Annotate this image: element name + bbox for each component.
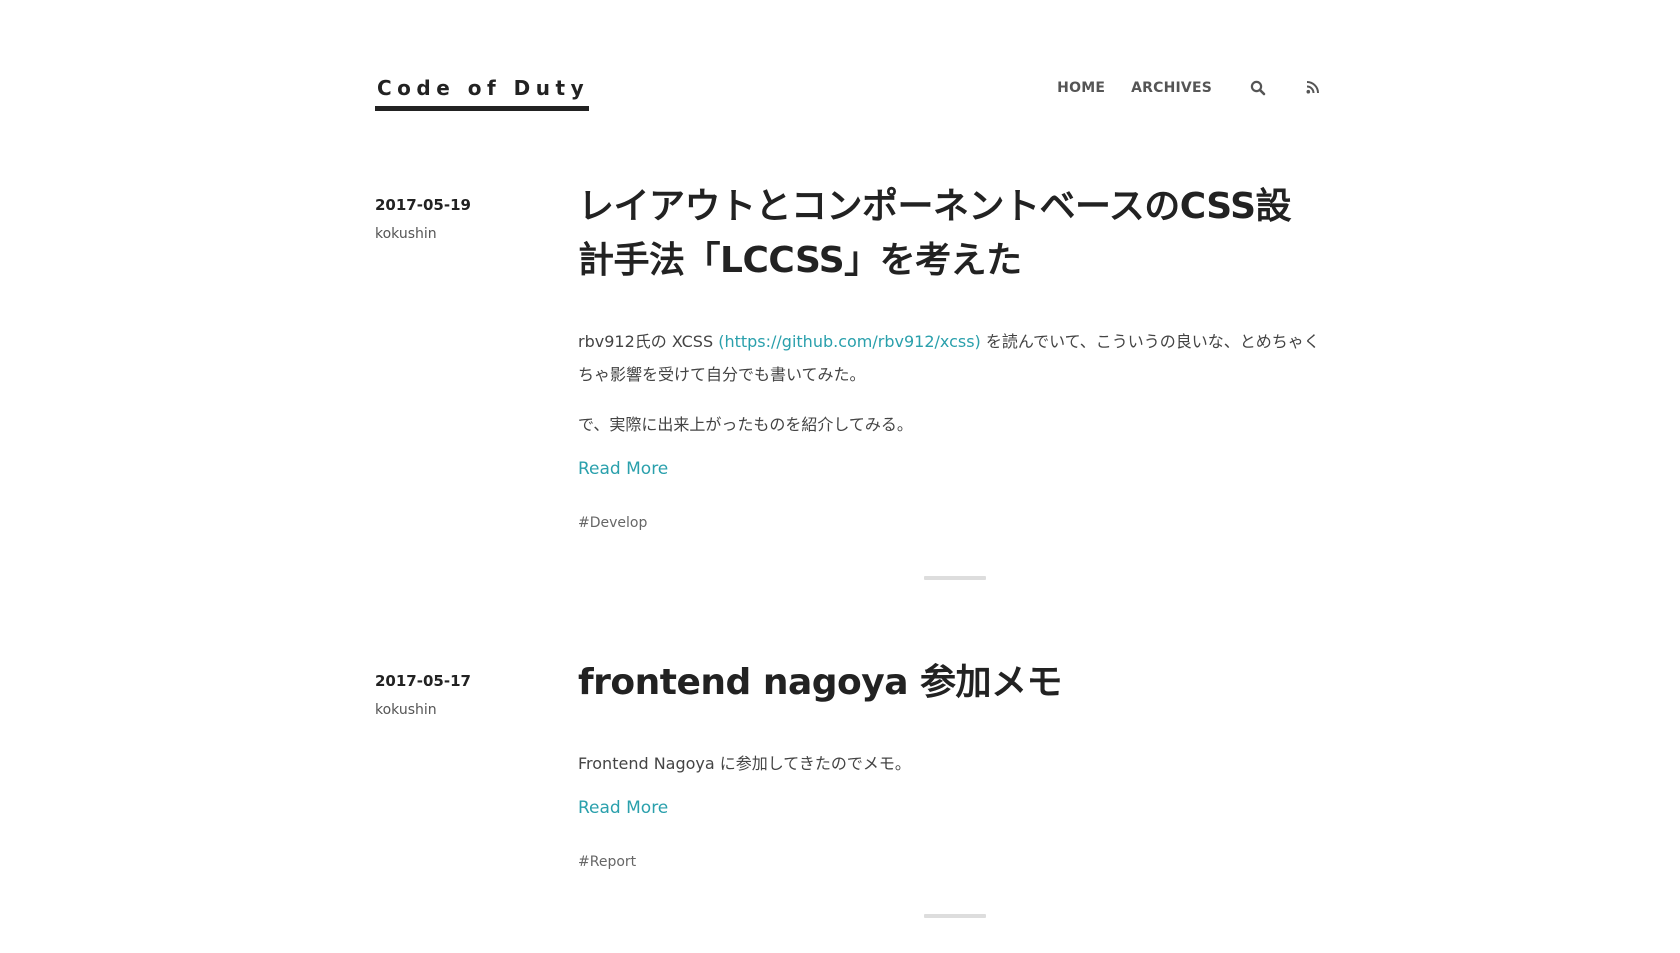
nav-archives[interactable]: ARCHIVES [1131,80,1212,96]
post-author[interactable]: kokushin [375,702,555,718]
post-title[interactable]: frontend nagoya 参加メモ [578,656,1322,710]
post-divider [924,914,986,918]
excerpt-paragraph: で、実際に出来上がったものを紹介してみる。 [578,415,913,434]
post-body: frontend nagoya 参加メモ Frontend Nagoya に参加… [578,662,1322,870]
post-excerpt: rbv912氏の XCSS (https://github.com/rbv912… [578,325,1322,441]
post-tag[interactable]: #Develop [578,515,647,531]
post-author[interactable]: kokushin [375,226,555,242]
post-date: 2017-05-19 [375,196,471,214]
site-logo[interactable]: Code of Duty [375,76,590,111]
post-title[interactable]: レイアウトとコンポーネントベースのCSS設計手法「LCCSS」を考えた [578,180,1322,288]
post-body: レイアウトとコンポーネントベースのCSS設計手法「LCCSS」を考えた rbv9… [578,186,1322,531]
main-nav: HOME ARCHIVES [1031,80,1322,96]
post-tag[interactable]: #Report [578,854,636,870]
post-date: 2017-05-17 [375,672,471,690]
rss-icon[interactable] [1306,80,1322,96]
post-excerpt: Frontend Nagoya に参加してきたのでメモ。 [578,747,1322,780]
search-icon[interactable] [1250,80,1266,96]
read-more-link[interactable]: Read More [578,459,668,479]
excerpt-paragraph: rbv912氏の XCSS (https://github.com/rbv912… [578,325,1322,391]
post-divider [924,576,986,580]
read-more-link[interactable]: Read More [578,798,668,818]
xcss-link[interactable]: (https://github.com/rbv912/xcss) [718,332,981,351]
nav-home[interactable]: HOME [1057,80,1105,96]
excerpt-text: rbv912氏の XCSS [578,332,719,351]
post-meta: 2017-05-17 kokushin [375,672,555,718]
post-meta: 2017-05-19 kokushin [375,196,555,242]
excerpt-paragraph: Frontend Nagoya に参加してきたのでメモ。 [578,754,911,773]
site-header: Code of Duty HOME ARCHIVES [375,70,1322,124]
